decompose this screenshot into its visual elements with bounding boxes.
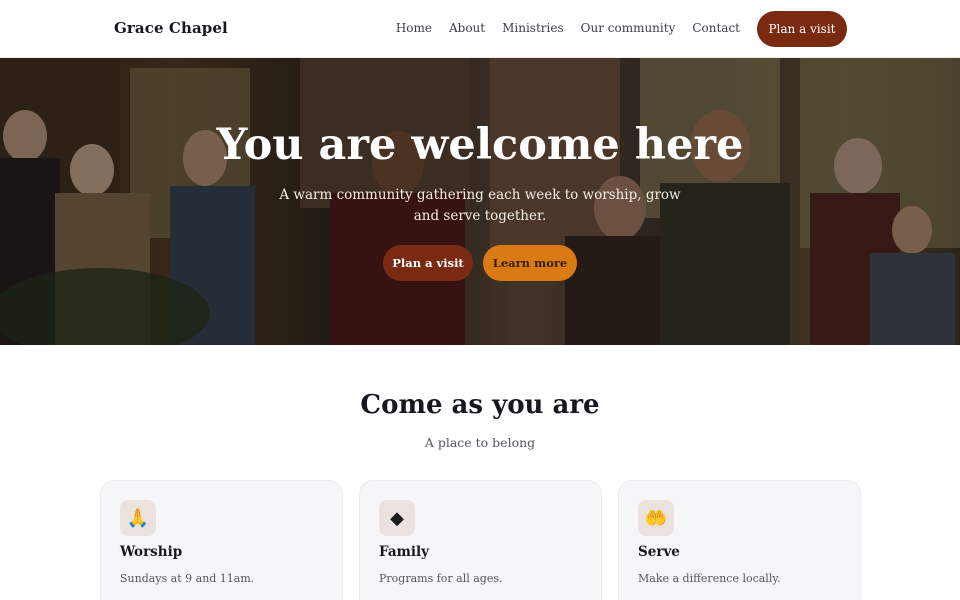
section-title: Come as you are — [360, 390, 600, 420]
hero-plan-visit-button[interactable]: Plan a visit — [383, 245, 473, 281]
hero-learn-more-button[interactable]: Learn more — [483, 245, 577, 281]
nav-links: Home About Ministries Our community Cont… — [396, 21, 740, 35]
nav-link-our-community[interactable]: Our community — [581, 21, 676, 35]
diamond-icon: ◆ — [379, 500, 415, 536]
card-title: Worship — [120, 544, 183, 560]
open-hands-icon: 🤲 — [638, 500, 674, 536]
hero-section: You are welcome here A warm community ga… — [0, 58, 960, 345]
card-text: Sundays at 9 and 11am. — [120, 572, 255, 585]
brand-logo-text[interactable]: Grace Chapel — [114, 19, 228, 37]
top-nav: Grace Chapel Home About Ministries Our c… — [0, 0, 960, 58]
hero-subtitle: A warm community gathering each week to … — [279, 187, 681, 224]
nav-link-about[interactable]: About — [449, 21, 485, 35]
card-worship[interactable]: 🙏 Worship Sundays at 9 and 11am. — [100, 480, 343, 600]
praying-hands-icon: 🙏 — [120, 500, 156, 536]
nav-link-contact[interactable]: Contact — [692, 21, 740, 35]
card-text: Make a difference locally. — [638, 572, 781, 585]
nav-link-ministries[interactable]: Ministries — [502, 21, 564, 35]
card-family[interactable]: ◆ Family Programs for all ages. — [359, 480, 602, 600]
section-subtitle: A place to belong — [424, 435, 536, 450]
nav-link-home[interactable]: Home — [396, 21, 432, 35]
card-serve[interactable]: 🤲 Serve Make a difference locally. — [618, 480, 861, 600]
nav-plan-visit-button[interactable]: Plan a visit — [757, 11, 847, 47]
card-title: Serve — [638, 544, 680, 560]
card-title: Family — [379, 544, 429, 560]
card-text: Programs for all ages. — [379, 572, 503, 585]
hero-title: You are welcome here — [216, 120, 744, 170]
